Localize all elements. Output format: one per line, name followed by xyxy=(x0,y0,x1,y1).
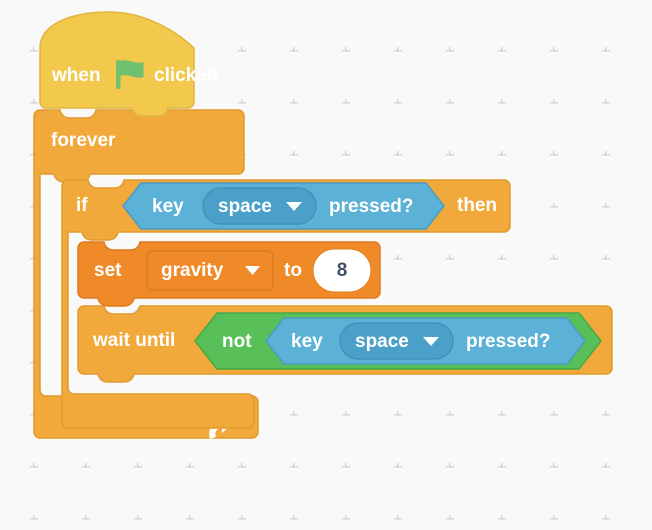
key-label-2: key xyxy=(291,331,323,352)
when-label: when xyxy=(51,65,101,86)
not-operator-block[interactable]: not key space pressed? xyxy=(194,312,602,370)
set-value-input[interactable]: 8 xyxy=(312,248,372,293)
set-label: set xyxy=(94,260,122,281)
key-dropdown-value: space xyxy=(218,196,272,217)
wait-until-label: wait until xyxy=(92,330,175,351)
key-dropdown-field[interactable]: space xyxy=(202,187,317,225)
scratch-block-workspace[interactable]: forever when clicked if then key space p… xyxy=(0,0,652,530)
not-label: not xyxy=(222,331,252,352)
wait-until-block[interactable]: wait until not key space pressed? xyxy=(77,305,613,383)
key-label: key xyxy=(152,196,184,217)
when-flag-clicked-block[interactable]: when clicked xyxy=(39,11,218,117)
set-value-input-text: 8 xyxy=(337,260,348,281)
if-label: if xyxy=(76,195,88,216)
variable-dropdown-field[interactable]: gravity xyxy=(146,250,274,291)
key-pressed-boolean-block[interactable]: key space pressed? xyxy=(122,182,445,230)
variable-dropdown-value: gravity xyxy=(161,260,224,281)
pressed-label: pressed? xyxy=(329,196,413,217)
script-stack[interactable]: forever when clicked if then key space p… xyxy=(0,0,652,530)
forever-label: forever xyxy=(51,130,116,151)
key-dropdown-field-2[interactable]: space xyxy=(339,322,454,360)
then-label: then xyxy=(457,195,497,216)
key-dropdown-value-2: space xyxy=(355,331,409,352)
to-label: to xyxy=(284,260,302,281)
key-pressed-boolean-block-2[interactable]: key space pressed? xyxy=(265,317,586,365)
pressed-label-2: pressed? xyxy=(466,331,550,352)
set-variable-block[interactable]: set gravity to 8 xyxy=(77,241,381,307)
clicked-label: clicked xyxy=(154,65,218,86)
blocks-layer[interactable]: forever when clicked if then key space p… xyxy=(0,0,652,530)
